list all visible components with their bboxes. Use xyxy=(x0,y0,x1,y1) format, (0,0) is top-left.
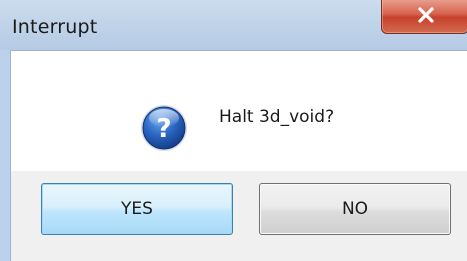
dialog-message: Halt 3d_void? xyxy=(219,107,335,127)
question-icon: ? xyxy=(141,105,187,151)
window-title: Interrupt xyxy=(12,16,98,38)
dialog-window: Interrupt ? Halt 3d_void? YES NO xyxy=(0,0,467,261)
close-button[interactable] xyxy=(381,0,467,34)
yes-button[interactable]: YES xyxy=(41,183,233,235)
title-bar[interactable]: Interrupt xyxy=(0,0,467,50)
message-area: ? Halt 3d_void? xyxy=(11,51,467,171)
no-button[interactable]: NO xyxy=(259,183,451,235)
svg-text:?: ? xyxy=(156,114,171,144)
dialog-body: ? Halt 3d_void? YES NO xyxy=(10,50,467,261)
close-x-icon xyxy=(418,7,434,23)
